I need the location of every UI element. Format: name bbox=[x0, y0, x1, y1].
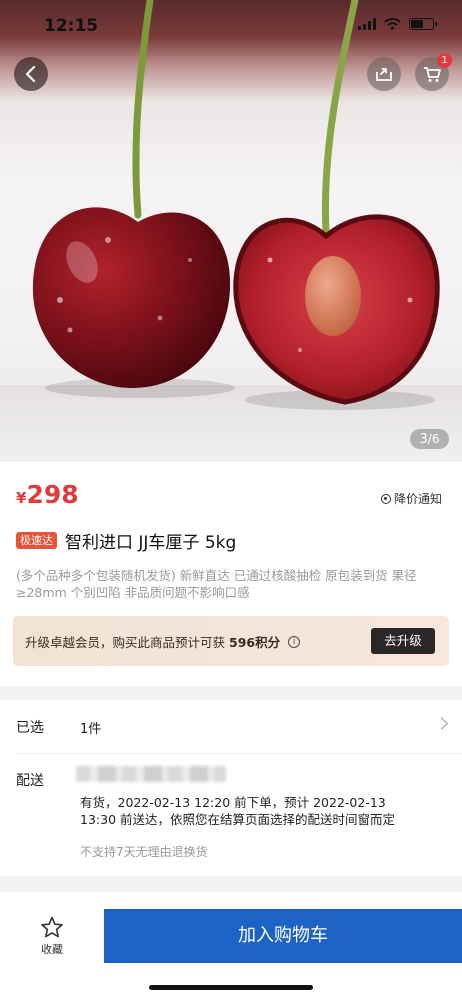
chevron-right-icon bbox=[435, 717, 448, 730]
price-currency: ¥ bbox=[16, 489, 27, 507]
price-value: 298 bbox=[26, 480, 79, 509]
signal-icon bbox=[358, 18, 376, 30]
star-icon bbox=[41, 916, 63, 938]
product-image-gallery[interactable]: 12:15 1 3/6 bbox=[0, 0, 462, 462]
express-badge: 极速达 bbox=[16, 532, 57, 549]
product-title: 智利进口 JJ车厘子 5kg bbox=[65, 533, 237, 553]
back-button[interactable] bbox=[14, 57, 48, 91]
vip-text-prefix: 升级卓越会员，购买此商品预计可获 bbox=[25, 635, 226, 650]
selected-label: 已选 bbox=[16, 720, 44, 736]
price-alert-label: 降价通知 bbox=[393, 492, 442, 506]
home-indicator bbox=[149, 985, 313, 990]
price-alert-icon bbox=[380, 493, 391, 504]
favorite-button[interactable]: 收藏 bbox=[24, 916, 80, 957]
product-description: (多个品种多个包装随机发货) 新鲜直达 已通过核酸抽检 原包装到货 果径≥28m… bbox=[16, 568, 417, 600]
image-counter: 3/6 bbox=[410, 429, 449, 449]
bottom-action-bar: 收藏 加入购物车 bbox=[0, 892, 462, 1000]
delivery-label: 配送 bbox=[16, 773, 44, 789]
status-bar: 12:15 bbox=[0, 0, 462, 52]
battery-icon bbox=[409, 18, 437, 30]
favorite-label: 收藏 bbox=[41, 943, 63, 956]
share-icon bbox=[376, 68, 392, 81]
add-to-cart-button[interactable]: 加入购物车 bbox=[104, 909, 462, 963]
image-counter-current: 3 bbox=[419, 432, 428, 447]
status-icons bbox=[358, 18, 437, 30]
delivery-info: 有货，2022-02-13 12:20 前下单，预计 2022-02-13 13… bbox=[80, 795, 395, 827]
share-button[interactable] bbox=[367, 57, 401, 91]
vip-banner-text: 升级卓越会员，购买此商品预计可获 596积分 i bbox=[25, 632, 301, 651]
selected-value: 1件 bbox=[80, 722, 102, 737]
status-time: 12:15 bbox=[44, 16, 99, 36]
price-alert-button[interactable]: 降价通知 bbox=[380, 490, 442, 507]
return-policy: 不支持7天无理由退换货 bbox=[80, 845, 208, 859]
vip-upgrade-banner[interactable]: 升级卓越会员，购买此商品预计可获 596积分 i 去升级 bbox=[13, 616, 449, 666]
vip-points: 596积分 bbox=[229, 635, 281, 650]
cart-icon bbox=[424, 66, 441, 82]
delivery-address-redacted bbox=[76, 766, 226, 782]
info-icon[interactable]: i bbox=[288, 635, 301, 648]
product-info-card: ¥298 降价通知 极速达 智利进口 JJ车厘子 5kg (多个品种多个包装随机… bbox=[0, 462, 462, 686]
selection-delivery-card: 已选 1件 配送 有货，2022-02-13 12:20 前下单，预计 2022… bbox=[0, 700, 462, 876]
product-title-row: 极速达 智利进口 JJ车厘子 5kg bbox=[16, 528, 236, 553]
divider bbox=[16, 753, 462, 754]
cart-button[interactable]: 1 bbox=[415, 53, 452, 91]
cart-count-badge: 1 bbox=[437, 53, 452, 68]
back-arrow-icon bbox=[25, 66, 36, 82]
price: ¥298 bbox=[16, 480, 79, 509]
image-counter-total: /6 bbox=[427, 432, 440, 446]
wifi-icon bbox=[384, 18, 401, 30]
upgrade-button[interactable]: 去升级 bbox=[371, 628, 435, 654]
